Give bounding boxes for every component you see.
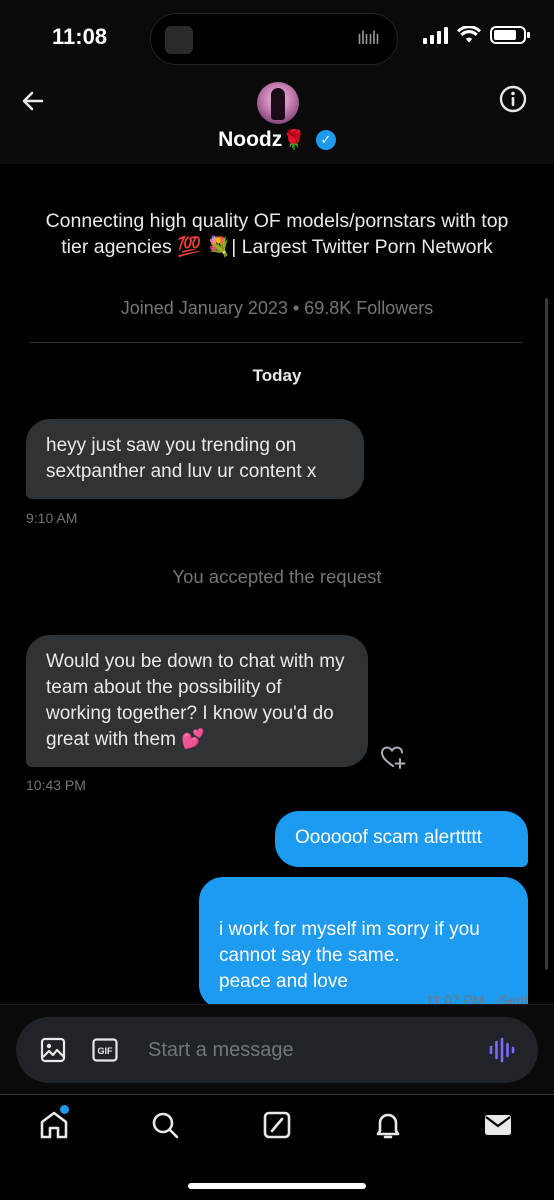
home-indicator — [188, 1183, 366, 1189]
message-text: Oooooof scam alerttttt — [295, 827, 482, 848]
verified-badge-icon: ✓ — [315, 130, 336, 150]
gif-label: GIF — [98, 1046, 114, 1056]
divider — [30, 342, 522, 343]
gif-icon[interactable]: GIF — [92, 1038, 118, 1062]
message-bubble-received[interactable]: Would you be down to chat with my team a… — [26, 635, 368, 767]
day-label: Today — [252, 366, 302, 385]
audio-wave-icon: ılıılı — [356, 28, 380, 48]
message-text: i work for myself im sorry if you cannot… — [219, 919, 480, 992]
composer: GIF — [16, 1017, 538, 1083]
info-icon[interactable] — [498, 84, 528, 114]
battery-icon — [490, 26, 530, 44]
add-reaction-icon[interactable] — [380, 744, 408, 770]
search-icon[interactable] — [149, 1109, 181, 1141]
cellular-signal-icon — [423, 26, 448, 44]
message-input[interactable] — [148, 1032, 468, 1068]
back-arrow-icon[interactable] — [16, 84, 50, 118]
message-timestamp: 9:10 AM — [26, 510, 78, 526]
status-time: 11:08 — [52, 24, 108, 49]
message-bubble-sent[interactable]: i work for myself im sorry if you cannot… — [199, 877, 528, 1009]
tab-bar — [0, 1094, 554, 1200]
display-name[interactable]: Noodz🌹 ✓ — [0, 128, 554, 152]
rose-emoji: 🌹 — [282, 130, 306, 151]
notification-dot — [60, 1105, 69, 1114]
status-icons — [423, 26, 530, 44]
grok-icon[interactable] — [261, 1109, 293, 1141]
message-text: Would you be down to chat with my team a… — [46, 651, 345, 750]
message-bubble-sent[interactable]: Oooooof scam alerttttt — [275, 811, 528, 867]
profile-bio: Connecting high quality OF models/pornst… — [45, 210, 509, 258]
wifi-icon — [457, 26, 481, 43]
message-text: heyy just saw you trending on sextpanthe… — [46, 435, 317, 482]
display-name-text: Noodz — [218, 128, 283, 151]
status-bar: 11:08 ılıılı — [0, 0, 554, 78]
profile-joined-followers: Joined January 2023 • 69.8K Followers — [120, 298, 434, 318]
message-bubble-received[interactable]: heyy just saw you trending on sextpanthe… — [26, 419, 364, 499]
composer-bar: GIF — [0, 1004, 554, 1094]
now-playing-artwork-icon — [165, 26, 193, 54]
avatar[interactable] — [257, 82, 299, 124]
messages-icon[interactable] — [482, 1109, 514, 1141]
image-icon[interactable] — [40, 1037, 66, 1063]
conversation-header: Noodz🌹 ✓ — [0, 78, 554, 164]
notifications-icon[interactable] — [372, 1109, 404, 1141]
dynamic-island: ılıılı — [150, 13, 398, 65]
system-note: You accepted the request — [172, 566, 382, 587]
message-timestamp: 10:43 PM — [26, 777, 86, 793]
scrollbar[interactable] — [545, 298, 548, 970]
voice-message-icon[interactable] — [488, 1037, 516, 1063]
